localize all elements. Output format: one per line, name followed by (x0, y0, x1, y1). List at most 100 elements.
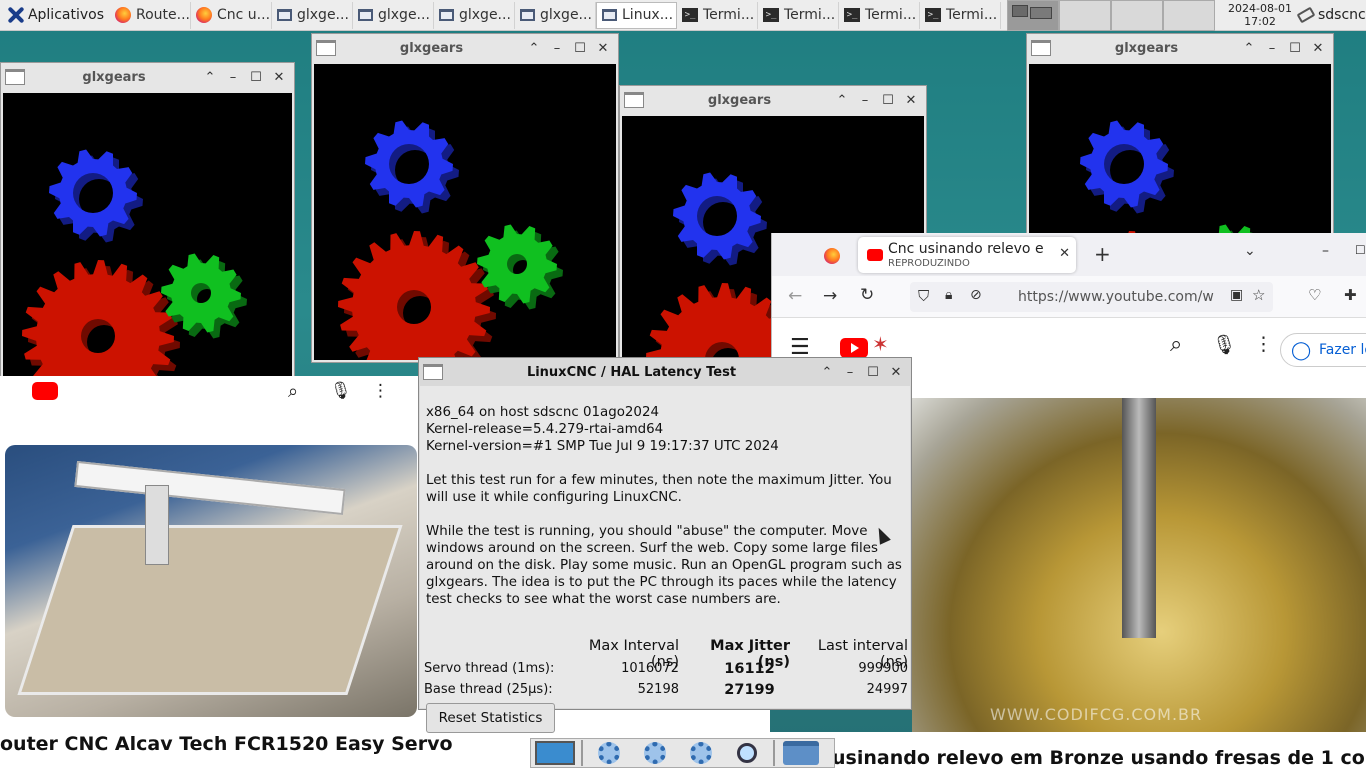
reload-icon[interactable]: ↻ (860, 285, 874, 305)
blue-gear (673, 172, 761, 260)
minimize-icon[interactable]: – (226, 70, 240, 85)
forward-arrow-icon[interactable]: → (823, 286, 837, 306)
window-menu-icon[interactable] (423, 364, 443, 380)
taskbar-button[interactable]: glxge... (515, 1, 596, 29)
tab-close-icon[interactable]: ✕ (1059, 246, 1070, 261)
taskbar-button[interactable]: glxge... (272, 1, 353, 29)
video-thumbnail-router-cnc[interactable] (5, 445, 417, 717)
launcher-settings-1[interactable] (589, 739, 629, 767)
glxgears-window-2[interactable]: glxgears ⌃ – ☐ ✕ (311, 33, 619, 363)
shade-icon[interactable]: ⌃ (527, 41, 541, 56)
window-title: glxgears (82, 69, 146, 85)
launcher-settings-3[interactable] (681, 739, 721, 767)
search-icon[interactable]: ⌕ (288, 381, 298, 402)
titlebar[interactable]: glxgears ⌃ – ☐ ✕ (1, 63, 294, 91)
reader-view-icon[interactable]: ▣ (1230, 287, 1243, 303)
tracking-shield-icon[interactable]: ⛉ (918, 287, 929, 305)
reset-statistics-button[interactable]: Reset Statistics (426, 703, 555, 733)
tab-title: Cnc usinando relevo em (888, 241, 1043, 257)
maximize-icon[interactable]: ☐ (1288, 41, 1302, 56)
titlebar[interactable]: glxgears ⌃ – ☐ ✕ (1027, 34, 1333, 62)
glxgears-window-1[interactable]: glxgears ⌃ – ☐ ✕ (0, 62, 295, 392)
minimize-icon[interactable]: – (858, 93, 872, 108)
titlebar[interactable]: glxgears ⌃ – ☐ ✕ (312, 34, 618, 62)
shade-icon[interactable]: ⌃ (820, 365, 834, 380)
close-icon[interactable]: ✕ (272, 70, 286, 85)
youtube-logo-icon[interactable] (32, 382, 58, 400)
microphone-icon[interactable]: 🎙︎ (1212, 333, 1236, 356)
taskbar-button[interactable]: glxge... (353, 1, 434, 29)
close-icon[interactable]: ✕ (596, 41, 610, 56)
launcher-desktop[interactable] (535, 739, 575, 767)
back-arrow-icon[interactable]: ← (788, 286, 802, 306)
shade-icon[interactable]: ⌃ (203, 70, 217, 85)
titlebar[interactable]: glxgears ⌃ – ☐ ✕ (620, 86, 926, 114)
minimize-icon[interactable]: – (1322, 243, 1329, 259)
panel-clock[interactable]: 2024-08-01 17:02 (1226, 2, 1294, 28)
window-menu-icon[interactable] (5, 69, 25, 85)
more-options-icon[interactable]: ⋮ (372, 381, 389, 401)
taskbar-button-label: Route... (136, 7, 190, 23)
microphone-icon[interactable]: 🎙︎ (330, 381, 352, 401)
maximize-icon[interactable]: ☐ (866, 365, 880, 380)
workspace-4[interactable] (1163, 0, 1215, 31)
window-menu-icon[interactable] (1031, 40, 1051, 56)
lock-icon[interactable]: 🔒︎ (945, 287, 952, 303)
latency-test-window[interactable]: LinuxCNC / HAL Latency Test ⌃ – ☐ ✕ x86_64 … (418, 357, 912, 733)
glxgears-window-4[interactable]: glxgears ⌃ – ☐ ✕ (1026, 33, 1334, 253)
url-bar[interactable]: ⛉ 🔒︎ ⊘ https://www.youtube.com/w ▣ ☆ (910, 282, 1273, 312)
workspace-2[interactable] (1059, 0, 1111, 31)
window-menu-icon[interactable] (316, 40, 336, 56)
extensions-icon[interactable]: ✚ (1344, 286, 1357, 304)
minimize-icon[interactable]: – (1265, 41, 1279, 56)
maximize-icon[interactable]: ☐ (881, 93, 895, 108)
taskbar-button[interactable]: Route... (110, 1, 191, 29)
top-panel: Aplicativos Route... Cnc u... glxge... glxg… (0, 0, 1366, 31)
video-thumbnail-bronze-relief[interactable] (912, 398, 1366, 732)
video-title-2[interactable]: usinando relevo em Bronze usando fresas … (832, 747, 1366, 768)
window-menu-icon[interactable] (624, 92, 644, 108)
more-options-icon[interactable]: ⋮ (1254, 333, 1273, 355)
video-title-1[interactable]: outer CNC Alcav Tech FCR1520 Easy Servo (0, 733, 453, 755)
workspace-pager[interactable] (1007, 0, 1215, 31)
launcher-settings-2[interactable] (635, 739, 675, 767)
close-icon[interactable]: ✕ (889, 365, 903, 380)
minimize-icon[interactable]: – (550, 41, 564, 56)
shade-icon[interactable]: ⌃ (835, 93, 849, 108)
new-tab-icon[interactable]: + (1094, 242, 1111, 266)
taskbar-button[interactable]: Linux... (596, 1, 677, 29)
taskbar-button[interactable]: >_ Termi... (677, 1, 758, 29)
shade-icon[interactable]: ⌃ (1242, 41, 1256, 56)
firefox-view-icon[interactable] (824, 248, 840, 264)
taskbar-button-label: Termi... (946, 7, 998, 23)
bookmark-star-icon[interactable]: ☆ (1252, 286, 1265, 304)
sign-in-button[interactable]: ◯ Fazer lo (1280, 333, 1366, 367)
workspace-3[interactable] (1111, 0, 1163, 31)
maximize-icon[interactable]: ☐ (249, 70, 263, 85)
applications-menu[interactable]: Aplicativos (0, 0, 110, 31)
list-tabs-chevron-down-icon[interactable]: ⌄ (1244, 243, 1256, 259)
user-menu[interactable]: sdscnc (1294, 6, 1366, 24)
taskbar-button[interactable]: Cnc u... (191, 1, 272, 29)
taskbar-button[interactable]: >_ Termi... (920, 1, 1001, 29)
youtube-logo-icon[interactable] (840, 338, 868, 358)
close-icon[interactable]: ✕ (904, 93, 918, 108)
launcher-files[interactable] (781, 739, 821, 767)
titlebar[interactable]: LinuxCNC / HAL Latency Test ⌃ – ☐ ✕ (419, 358, 911, 386)
workspace-1[interactable] (1007, 0, 1059, 31)
blue-gear (49, 149, 137, 237)
search-icon[interactable]: ⌕ (1170, 332, 1182, 357)
tab-youtube-video[interactable]: Cnc usinando relevo em REPRODUZINDO ✕ (858, 237, 1076, 273)
permissions-icon[interactable]: ⊘ (970, 287, 982, 303)
taskbar-button[interactable]: glxge... (434, 1, 515, 29)
launcher-search[interactable] (727, 739, 767, 767)
maximize-icon[interactable]: ☐ (1355, 243, 1366, 257)
maximize-icon[interactable]: ☐ (573, 41, 587, 56)
gears-canvas (3, 93, 292, 389)
pocket-icon[interactable]: ♡ (1308, 286, 1321, 304)
close-icon[interactable]: ✕ (1311, 41, 1325, 56)
taskbar-button[interactable]: >_ Termi... (758, 1, 839, 29)
latency-stats-table: Max Interval (ns) Max Jitter (ns) Last i… (424, 638, 908, 700)
taskbar-button[interactable]: >_ Termi... (839, 1, 920, 29)
minimize-icon[interactable]: – (843, 365, 857, 380)
